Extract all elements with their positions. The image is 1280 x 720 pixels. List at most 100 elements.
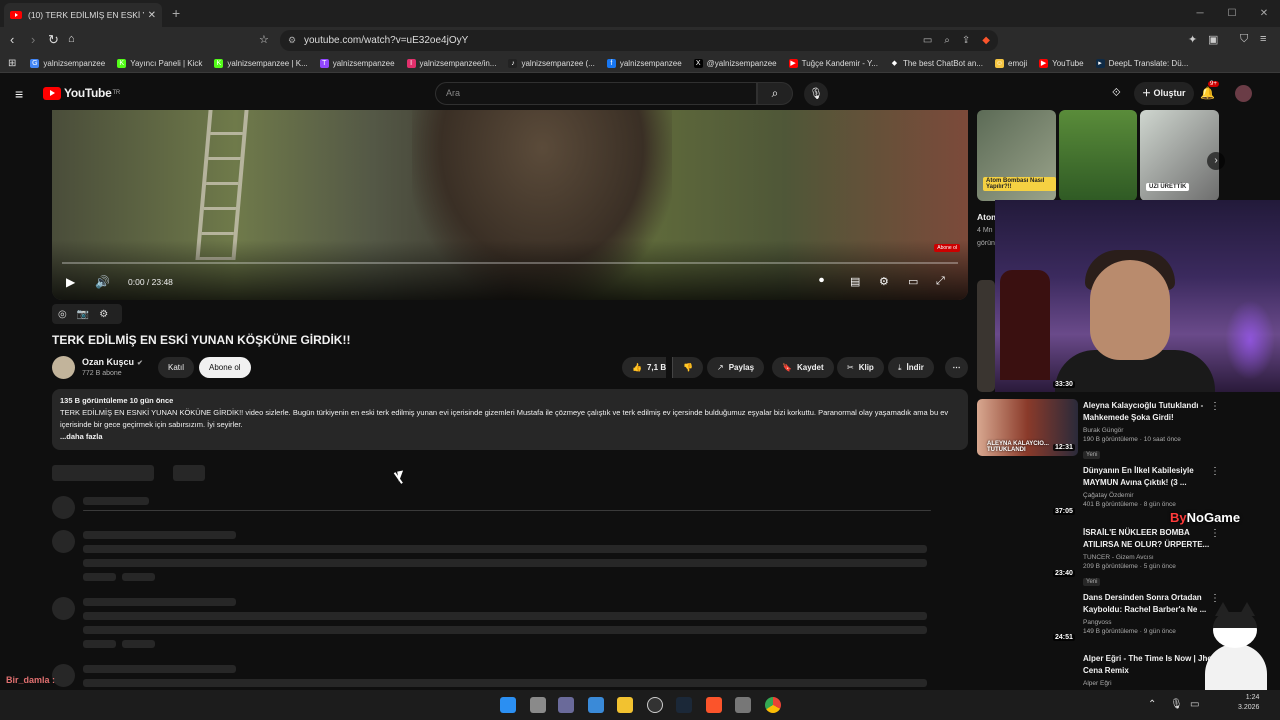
bookmark-item[interactable]: ▶ Tuğçe Kandemir - Y... [788, 58, 878, 68]
settings-icon[interactable]: ⚙ [879, 275, 889, 288]
app-icon[interactable] [558, 697, 574, 713]
account-avatar[interactable] [1235, 85, 1252, 102]
subscribe-watermark[interactable]: Abone ol [934, 244, 960, 252]
volume-icon[interactable]: 🔊 [95, 275, 110, 289]
minimize-icon[interactable]: ─ [1184, 0, 1216, 27]
bookmark-item[interactable]: Iyalnizsempanzee/in... [406, 58, 496, 68]
share-button[interactable]: ↗ Paylaş [707, 357, 765, 378]
subscribe-button[interactable]: Abone ol [199, 357, 251, 378]
show-more-link[interactable]: ...daha fazla [60, 431, 960, 443]
progress-bar[interactable] [62, 262, 958, 264]
youtube-logo[interactable]: YouTube TR [43, 86, 120, 100]
tray-chevron-icon[interactable]: ⌃ [1148, 699, 1156, 710]
shelf-video-2[interactable] [1059, 110, 1137, 201]
share-icon[interactable]: ⇪ [962, 30, 970, 51]
address-toolbar: ‹ › ↻ ⌂ ☆ ⚙ youtube.com/watch?v=uE32oe4j… [0, 27, 1280, 54]
forward-icon[interactable]: › [31, 32, 35, 47]
theater-mode-icon[interactable]: ▭ [908, 275, 918, 288]
create-button[interactable]: ＋ Oluştur [1134, 82, 1194, 105]
start-icon[interactable] [500, 697, 516, 713]
bookmark-favicon-icon: T [319, 58, 329, 68]
voice-search-button[interactable]: 🎙 [804, 82, 828, 106]
bookmark-item[interactable]: f yalnizsempanzee [606, 58, 682, 68]
description-box[interactable]: 135 B görüntüleme 10 gün önce TERK EDİLM… [52, 389, 968, 450]
bookmark-icon[interactable]: ☆ [259, 33, 269, 46]
download-button[interactable]: ⤓ İndir [888, 357, 934, 378]
site-info-icon[interactable]: ⚙ [288, 30, 296, 51]
browser-tab[interactable]: (10) TERK EDİLMİŞ EN ESKİ YUNA ✕ [4, 3, 162, 27]
brave-shield-icon[interactable]: ◆ [982, 30, 990, 51]
rec-item[interactable]: Aleyna Kalaycıoğlu Tutuklandı - Mahkemed… [1083, 400, 1223, 461]
channel-name-row[interactable]: Ozan Kuşcu ✔ [82, 357, 143, 367]
save-button[interactable]: 🔖 Kaydet [772, 357, 834, 378]
rec-menu-icon[interactable]: ⋮ [1210, 401, 1220, 412]
zoom-icon[interactable]: ⌕ [944, 30, 950, 51]
bookmark-item[interactable]: ♪ yalnizsempanzee (... [508, 58, 595, 68]
file-explorer-icon[interactable] [617, 697, 633, 713]
bookmark-item[interactable]: Tyalnizsempanzee [319, 58, 395, 68]
shelf-video-3[interactable]: UZI ÜRETTİK [1140, 110, 1219, 201]
apps-icon[interactable]: ⊞ [8, 58, 16, 69]
bookmark-item[interactable]: ◆ The best ChatBot an... [889, 58, 983, 68]
bookmark-item[interactable]: ▸ DeepL Translate: Dü... [1095, 58, 1188, 68]
audio-icon[interactable]: ◎ [58, 309, 67, 320]
chrome-icon[interactable] [765, 697, 781, 713]
join-button[interactable]: Katıl [158, 357, 195, 378]
like-button[interactable]: 👍 7,1 B [622, 357, 667, 378]
dislike-button[interactable]: 👎 [672, 357, 703, 378]
obs-icon[interactable] [647, 697, 663, 713]
media-player-icon[interactable] [735, 697, 751, 713]
rec-views: 401 B görüntüleme · 8 gün önce [1083, 501, 1176, 508]
rec-menu-icon[interactable]: ⋮ [1210, 528, 1220, 539]
vpn-icon[interactable]: ⛉ [1240, 33, 1248, 46]
bookmark-item[interactable]: X @yalnizsempanzee [693, 58, 777, 68]
skeleton-line [83, 531, 236, 539]
taskbar-clock[interactable]: 1:24 3.2026 [1238, 693, 1259, 713]
fullscreen-icon[interactable]: ⤢ [936, 275, 945, 288]
search-input[interactable]: Ara [435, 82, 757, 105]
search-button[interactable]: ⌕ [757, 82, 793, 105]
bookmark-item[interactable]: K Yayıncı Paneli | Kick [117, 58, 202, 68]
browser-menu-icon[interactable]: ≡ [1260, 33, 1266, 45]
rec-item[interactable]: İSRAİL'E NÜKLEER BOMBA ATILIRSA NE OLUR?… [1083, 527, 1223, 588]
video-player[interactable]: Abone ol ▶ 🔊 0:00 / 23:48 ⏺ ▤ ⚙ ▭ ⤢ [52, 110, 968, 300]
rec-menu-icon[interactable]: ⋮ [1210, 466, 1220, 477]
back-icon[interactable]: ‹ [10, 32, 14, 47]
extensions-icon[interactable]: ✦ [1188, 33, 1197, 46]
bookmark-favicon-icon: ▸ [1095, 58, 1105, 68]
sidebar-icon[interactable]: ▣ [1208, 33, 1218, 46]
bookmark-item[interactable]: ☺ emoji [995, 58, 1027, 68]
close-window-icon[interactable]: ✕ [1248, 0, 1280, 27]
play-icon[interactable]: ▶ [66, 275, 75, 289]
address-input[interactable]: ⚙ youtube.com/watch?v=uE32oe4jOyY ▭ ⌕ ⇪ … [280, 30, 998, 51]
close-tab-icon[interactable]: ✕ [148, 10, 156, 21]
subtitles-icon[interactable]: ▤ [850, 275, 860, 288]
brave-icon[interactable] [706, 697, 722, 713]
home-icon[interactable]: ⌂ [68, 33, 75, 45]
task-view-icon[interactable] [530, 697, 546, 713]
reload-icon[interactable]: ↻ [48, 32, 59, 48]
shelf-next-icon[interactable]: › [1207, 152, 1225, 170]
tray-mic-icon[interactable]: 🎙 [1170, 699, 1183, 710]
new-tab-icon[interactable]: + [172, 5, 180, 21]
bookmark-item[interactable]: Kyalnizsempanzee | K... [214, 58, 308, 68]
cut-thumbnail[interactable] [977, 280, 995, 392]
tray-display-icon[interactable]: ▭ [1190, 699, 1199, 710]
screenshot-icon[interactable]: 📷 [77, 309, 89, 320]
maximize-icon[interactable]: ☐ [1216, 0, 1248, 27]
hamburger-menu-icon[interactable]: ≡ [15, 86, 23, 102]
autoplay-icon[interactable]: ⏺ [819, 275, 824, 286]
more-actions-button[interactable]: ⋯ [945, 357, 968, 378]
bookmark-item[interactable]: Gyalnizsempanzee [30, 58, 105, 68]
clip-button[interactable]: ✂ Klip [837, 357, 884, 378]
cast-icon[interactable]: ⟐ [1112, 87, 1121, 100]
notifications-button[interactable]: 🔔 9+ [1200, 81, 1219, 100]
channel-avatar[interactable] [52, 356, 75, 379]
bookmark-item[interactable]: ▶ YouTube [1039, 58, 1084, 68]
rec-item[interactable]: Dünyanın En İlkel Kabilesiyle MAYMUN Avı… [1083, 465, 1223, 508]
install-app-icon[interactable]: ▭ [923, 30, 932, 51]
steam-icon[interactable] [676, 697, 692, 713]
extension-settings-icon[interactable]: ⚙ [99, 309, 108, 320]
shelf-video-1[interactable]: Atom Bombası Nasıl Yapılır?!! [977, 110, 1056, 201]
photos-icon[interactable] [588, 697, 604, 713]
